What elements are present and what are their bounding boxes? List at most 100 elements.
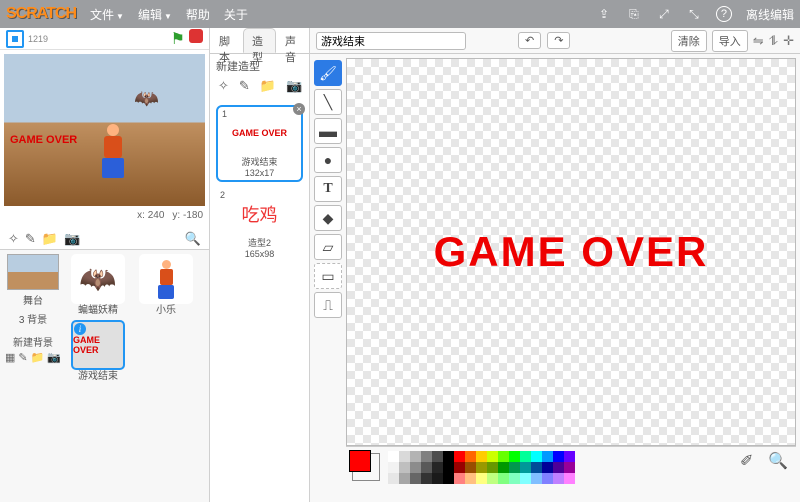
sprite-item-man[interactable]: 小乐 [134,254,198,316]
palette-color[interactable] [487,451,498,462]
clear-button[interactable]: 清除 [671,30,707,52]
green-flag-icon[interactable]: ⚑ [171,29,185,49]
menu-about[interactable]: 关于 [224,6,248,23]
costume-item-2[interactable]: 2 吃鸡 造型2 165x98 [216,188,303,261]
costume-upload-icon[interactable]: 📁 [258,76,278,96]
palette-color[interactable] [498,462,509,473]
palette-color[interactable] [531,462,542,473]
palette-color[interactable] [454,473,465,484]
palette-color[interactable] [410,451,421,462]
palette-color[interactable] [421,473,432,484]
palette-color[interactable] [542,451,553,462]
palette-color[interactable] [410,473,421,484]
share-icon[interactable]: ⇪ [596,6,612,22]
palette-color[interactable] [520,462,531,473]
palette-color[interactable] [410,462,421,473]
palette-color[interactable] [443,451,454,462]
palette-color[interactable] [498,473,509,484]
eyedropper-icon[interactable]: ✐ [740,451,762,473]
palette-color[interactable] [399,473,410,484]
palette-color[interactable] [432,473,443,484]
palette-color[interactable] [465,473,476,484]
palette-color[interactable] [388,451,399,462]
backdrop-camera-icon[interactable]: 📷 [47,351,61,364]
flip-h-icon[interactable]: ⇋ [753,33,764,49]
import-button[interactable]: 导入 [712,30,748,52]
palette-color[interactable] [564,451,575,462]
flip-v-icon[interactable]: ⥮ [769,33,778,49]
sprite-item-bat[interactable]: 🦇 蝙蝠妖精 [66,254,130,316]
fullscreen-icon[interactable] [6,30,24,48]
menu-file[interactable]: 文件▼ [90,6,124,23]
palette-color[interactable] [553,451,564,462]
select-tool[interactable]: ▭ [314,263,342,289]
tab-sounds[interactable]: 声音 [276,28,309,53]
camera-sprite-icon[interactable]: 📷 [64,231,80,247]
stage-preview[interactable]: 🦇 GAME OVER [0,50,209,210]
paint-canvas[interactable]: GAME OVER [346,58,796,446]
rect-tool[interactable]: ▬ [314,118,342,144]
help-icon[interactable]: ? [716,6,732,22]
palette-color[interactable] [520,473,531,484]
palette-color[interactable] [432,451,443,462]
redo-button[interactable]: ↷ [547,32,570,49]
palette-color[interactable] [553,462,564,473]
palette-color[interactable] [476,451,487,462]
backdrop-upload-icon[interactable]: 📁 [31,351,45,364]
palette-color[interactable] [542,473,553,484]
palette-color[interactable] [443,462,454,473]
set-center-icon[interactable]: ✛ [783,33,794,49]
palette-color[interactable] [564,462,575,473]
brush-tool[interactable]: 🖌 [314,60,342,86]
shrink-icon[interactable]: ⤡ [686,6,702,22]
paint-sprite-icon[interactable]: ✎ [25,231,36,247]
zoom-icon[interactable]: 🔍 [768,451,790,473]
costume-paint-icon[interactable]: ✎ [237,76,252,96]
duplicate-icon[interactable]: ⎘ [626,6,642,22]
palette-color[interactable] [476,473,487,484]
menu-help[interactable]: 帮助 [186,6,210,23]
palette-color[interactable] [509,451,520,462]
undo-button[interactable]: ↶ [518,32,541,49]
palette-color[interactable] [465,462,476,473]
palette-color[interactable] [454,462,465,473]
palette-color[interactable] [564,473,575,484]
sprite-zoom-icon[interactable]: 🔍 [185,231,201,247]
upload-sprite-icon[interactable]: 📁 [42,231,58,247]
menu-edit[interactable]: 编辑▼ [138,6,172,23]
costume-name-input[interactable] [316,32,466,50]
palette-color[interactable] [509,473,520,484]
backdrop-paint-icon[interactable]: ✎ [18,351,27,364]
info-icon[interactable]: i [74,323,86,335]
current-color-swatch[interactable] [352,453,380,481]
palette-color[interactable] [399,462,410,473]
palette-color[interactable] [553,473,564,484]
palette-color[interactable] [487,462,498,473]
fill-tool[interactable]: ◆ [314,205,342,231]
tab-costumes[interactable]: 造型 [243,28,276,53]
backdrop-thumb[interactable] [7,254,59,290]
palette-color[interactable] [388,473,399,484]
sprite-from-library-icon[interactable]: ✧ [8,231,19,247]
palette-color[interactable] [509,462,520,473]
palette-color[interactable] [399,451,410,462]
stop-icon[interactable] [189,29,203,43]
backdrop-library-icon[interactable]: ▦ [5,351,15,364]
grow-icon[interactable]: ⤢ [656,6,672,22]
palette-color[interactable] [476,462,487,473]
palette-color[interactable] [498,451,509,462]
stamp-tool[interactable]: ⎍ [314,292,342,318]
palette-color[interactable] [388,462,399,473]
palette-color[interactable] [487,473,498,484]
erase-tool[interactable]: ▱ [314,234,342,260]
palette-color[interactable] [432,462,443,473]
circle-tool[interactable]: ● [314,147,342,173]
costume-camera-icon[interactable]: 📷 [284,76,304,96]
palette-color[interactable] [531,451,542,462]
palette-color[interactable] [520,451,531,462]
palette-color[interactable] [454,451,465,462]
costume-item-1[interactable]: 1 × GAME OVER 游戏结束 132x17 [216,105,303,182]
line-tool[interactable]: ╲ [314,89,342,115]
tab-scripts[interactable]: 脚本 [210,28,243,53]
palette-color[interactable] [443,473,454,484]
